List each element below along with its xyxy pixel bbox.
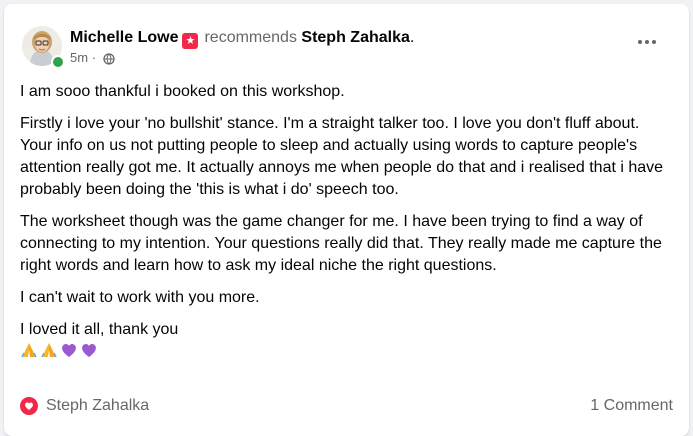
post-paragraph: Firstly i love your 'no bullshit' stance… [20, 113, 676, 201]
post-paragraph: I am sooo thankful i booked on this work… [20, 83, 345, 100]
title-period: . [409, 29, 415, 46]
post-line: Firstly i love your 'no bullshit' stance… [20, 115, 640, 132]
recommend-icon: ★ [182, 33, 199, 49]
purple-heart-icon [62, 344, 76, 357]
more-options-button[interactable] [629, 30, 665, 54]
recommends-text: recommends [204, 29, 297, 46]
post-paragraph: I loved it all, thank you [20, 321, 179, 338]
post-meta: 5m · [70, 50, 115, 69]
meta-separator: · [91, 50, 97, 65]
folded-hands-icon [21, 343, 37, 358]
post-header: Michelle Lowe ★ recommends Steph Zahalka. … [20, 24, 673, 69]
reactions-summary[interactable]: Steph Zahalka [20, 397, 149, 415]
post-line: Your info on us not putting people to sl… [20, 137, 664, 198]
post-footer: Steph Zahalka 1 Comment [20, 394, 673, 418]
post-paragraph: The worksheet though was the game change… [20, 213, 662, 274]
purple-heart-icon [82, 344, 96, 357]
globe-icon [103, 53, 115, 69]
dot-icon [638, 40, 642, 44]
post-title-line: Michelle Lowe ★ recommends Steph Zahalka. [70, 26, 414, 50]
post-body: I am sooo thankful i booked on this work… [20, 81, 676, 359]
post-paragraph: I can't wait to work with you more. [20, 289, 260, 306]
online-status-dot [51, 55, 65, 69]
dot-icon [645, 40, 649, 44]
author-name[interactable]: Michelle Lowe [70, 29, 178, 46]
reactor-name: Steph Zahalka [46, 397, 150, 414]
comment-count-link[interactable]: 1 Comment [590, 397, 673, 415]
love-reaction-icon [20, 397, 38, 415]
emoji-row [20, 341, 676, 359]
recommended-page[interactable]: Steph Zahalka [301, 29, 409, 46]
post-card: Michelle Lowe ★ recommends Steph Zahalka. … [4, 4, 689, 436]
post-time[interactable]: 5m [70, 50, 88, 65]
dot-icon [652, 40, 656, 44]
folded-hands-icon [41, 343, 57, 358]
